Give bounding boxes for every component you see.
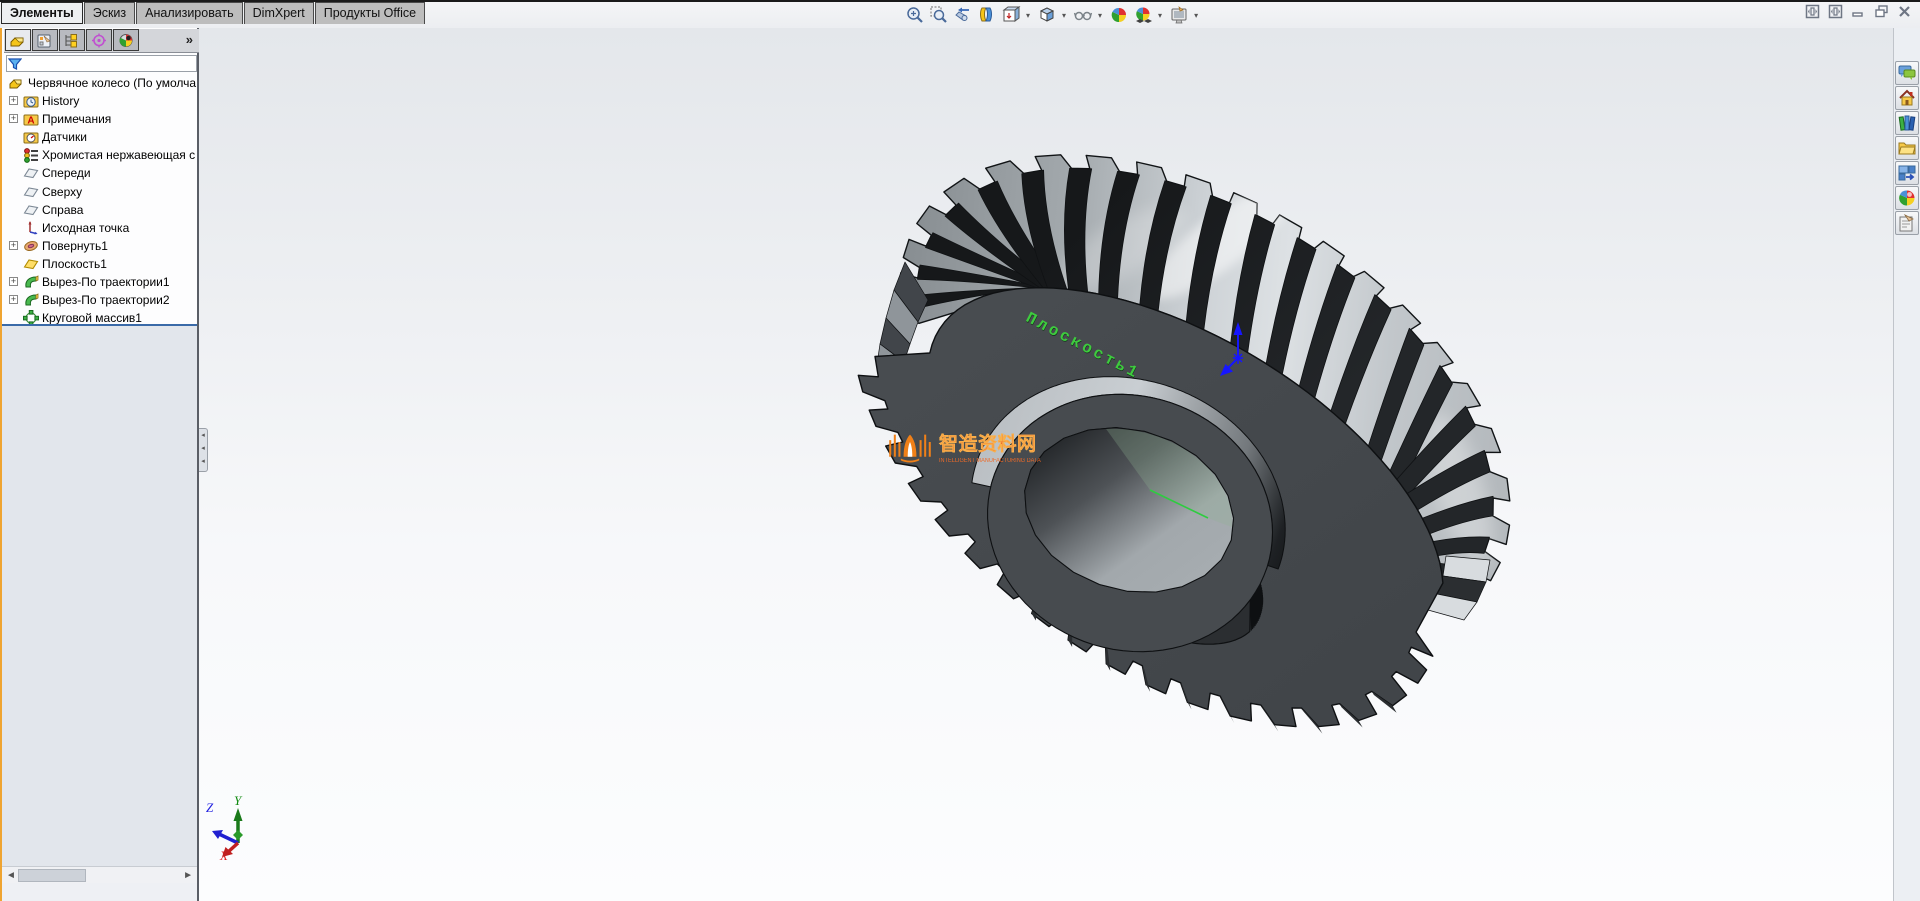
svg-text:Y: Y	[234, 794, 243, 808]
svg-text:A: A	[27, 116, 34, 127]
svg-text:Z: Z	[206, 800, 214, 815]
